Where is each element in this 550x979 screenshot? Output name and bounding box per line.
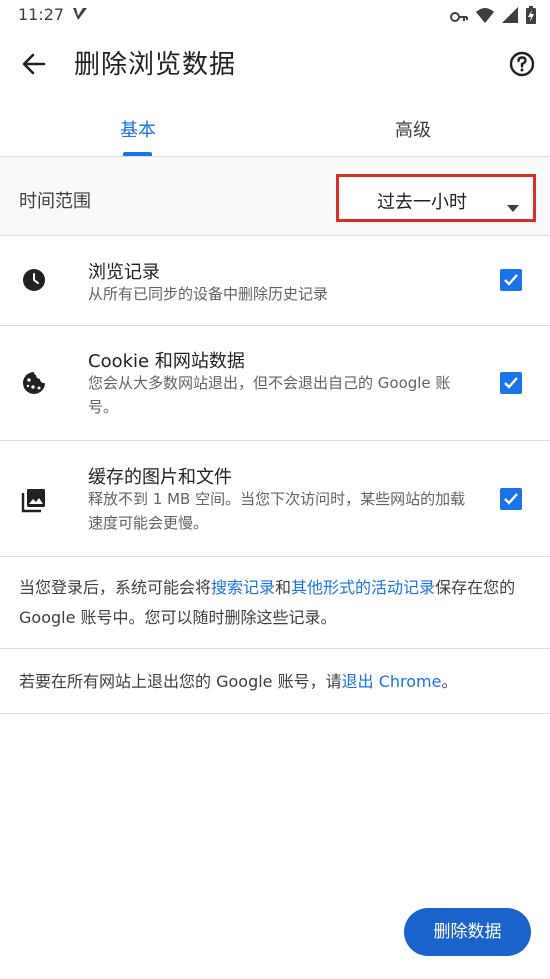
- option-cookies[interactable]: Cookie 和网站数据 您会从大多数网站退出，但不会退出自己的 Google …: [0, 326, 550, 440]
- check-icon: [504, 493, 518, 505]
- cookie-icon: [21, 370, 47, 396]
- check-icon: [504, 274, 518, 286]
- back-button[interactable]: [18, 48, 50, 80]
- search-history-link[interactable]: 搜索记录: [211, 578, 275, 597]
- divider: [0, 648, 550, 649]
- image-stack-icon: [21, 487, 47, 513]
- check-icon: [504, 377, 518, 389]
- divider: [0, 713, 550, 714]
- page-title: 删除浏览数据: [74, 50, 237, 80]
- clock-icon: [21, 267, 47, 293]
- option-cache[interactable]: 缓存的图片和文件 释放不到 1 MB 空间。当您下次访问时，某些网站的加载速度可…: [0, 441, 550, 556]
- help-circle-icon: [509, 51, 535, 77]
- option-title: 缓存的图片和文件: [88, 467, 232, 488]
- tab-basic[interactable]: 基本: [120, 116, 156, 142]
- help-button[interactable]: [506, 48, 538, 80]
- tab-bar: 基本 高级: [0, 96, 550, 156]
- option-title: Cookie 和网站数据: [88, 351, 245, 372]
- sign-out-note: 若要在所有网站上退出您的 Google 账号，请退出 Chrome。: [19, 667, 531, 697]
- cookies-checkbox[interactable]: [500, 372, 522, 394]
- dropdown-arrow-icon: [507, 197, 519, 216]
- option-description: 从所有已同步的设备中删除历史记录: [88, 285, 329, 303]
- option-title: 浏览记录: [88, 262, 160, 283]
- option-browsing-history[interactable]: 浏览记录 从所有已同步的设备中删除历史记录: [0, 236, 550, 325]
- option-description: 您会从大多数网站退出，但不会退出自己的 Google 账号。: [88, 374, 451, 416]
- note-text: 若要在所有网站上退出您的 Google 账号，请: [19, 672, 342, 691]
- app-bar: 删除浏览数据: [0, 30, 550, 96]
- tab-advanced[interactable]: 高级: [395, 116, 431, 142]
- status-icons: [450, 6, 536, 28]
- note-text: 。: [441, 672, 458, 691]
- time-range-dropdown[interactable]: 过去一小时: [336, 174, 536, 222]
- battery-charging-icon: [526, 6, 536, 28]
- arrow-back-icon: [22, 53, 46, 75]
- other-activity-link[interactable]: 其他形式的活动记录: [291, 578, 435, 597]
- signal-icon: [502, 7, 518, 27]
- key-icon: [450, 8, 468, 27]
- browsing-history-checkbox[interactable]: [500, 269, 522, 291]
- wifi-icon: [476, 7, 494, 27]
- note-text: 和: [275, 578, 292, 597]
- divider: [0, 556, 550, 557]
- time-range-label: 时间范围: [19, 191, 91, 212]
- status-time: 11:27: [18, 5, 65, 24]
- cache-checkbox[interactable]: [500, 488, 522, 510]
- account-activity-note: 当您登录后，系统可能会将搜索记录和其他形式的活动记录保存在您的 Google 账…: [19, 573, 531, 633]
- v-notification-icon: [72, 6, 88, 25]
- status-bar: 11:27: [0, 0, 550, 30]
- time-range-value: 过去一小时: [377, 192, 467, 213]
- clear-browsing-data-screen: 11:27 删除浏览数据 基本 高级 时间范围 过去一小时 浏览记录 从所有已同…: [0, 0, 550, 979]
- time-range-row: 时间范围 过去一小时: [0, 157, 550, 235]
- sign-out-chrome-link[interactable]: 退出 Chrome: [342, 672, 442, 691]
- note-text: 当您登录后，系统可能会将: [19, 578, 212, 597]
- delete-data-button[interactable]: 删除数据: [404, 908, 531, 956]
- option-description: 释放不到 1 MB 空间。当您下次访问时，某些网站的加载速度可能会更慢。: [88, 490, 466, 532]
